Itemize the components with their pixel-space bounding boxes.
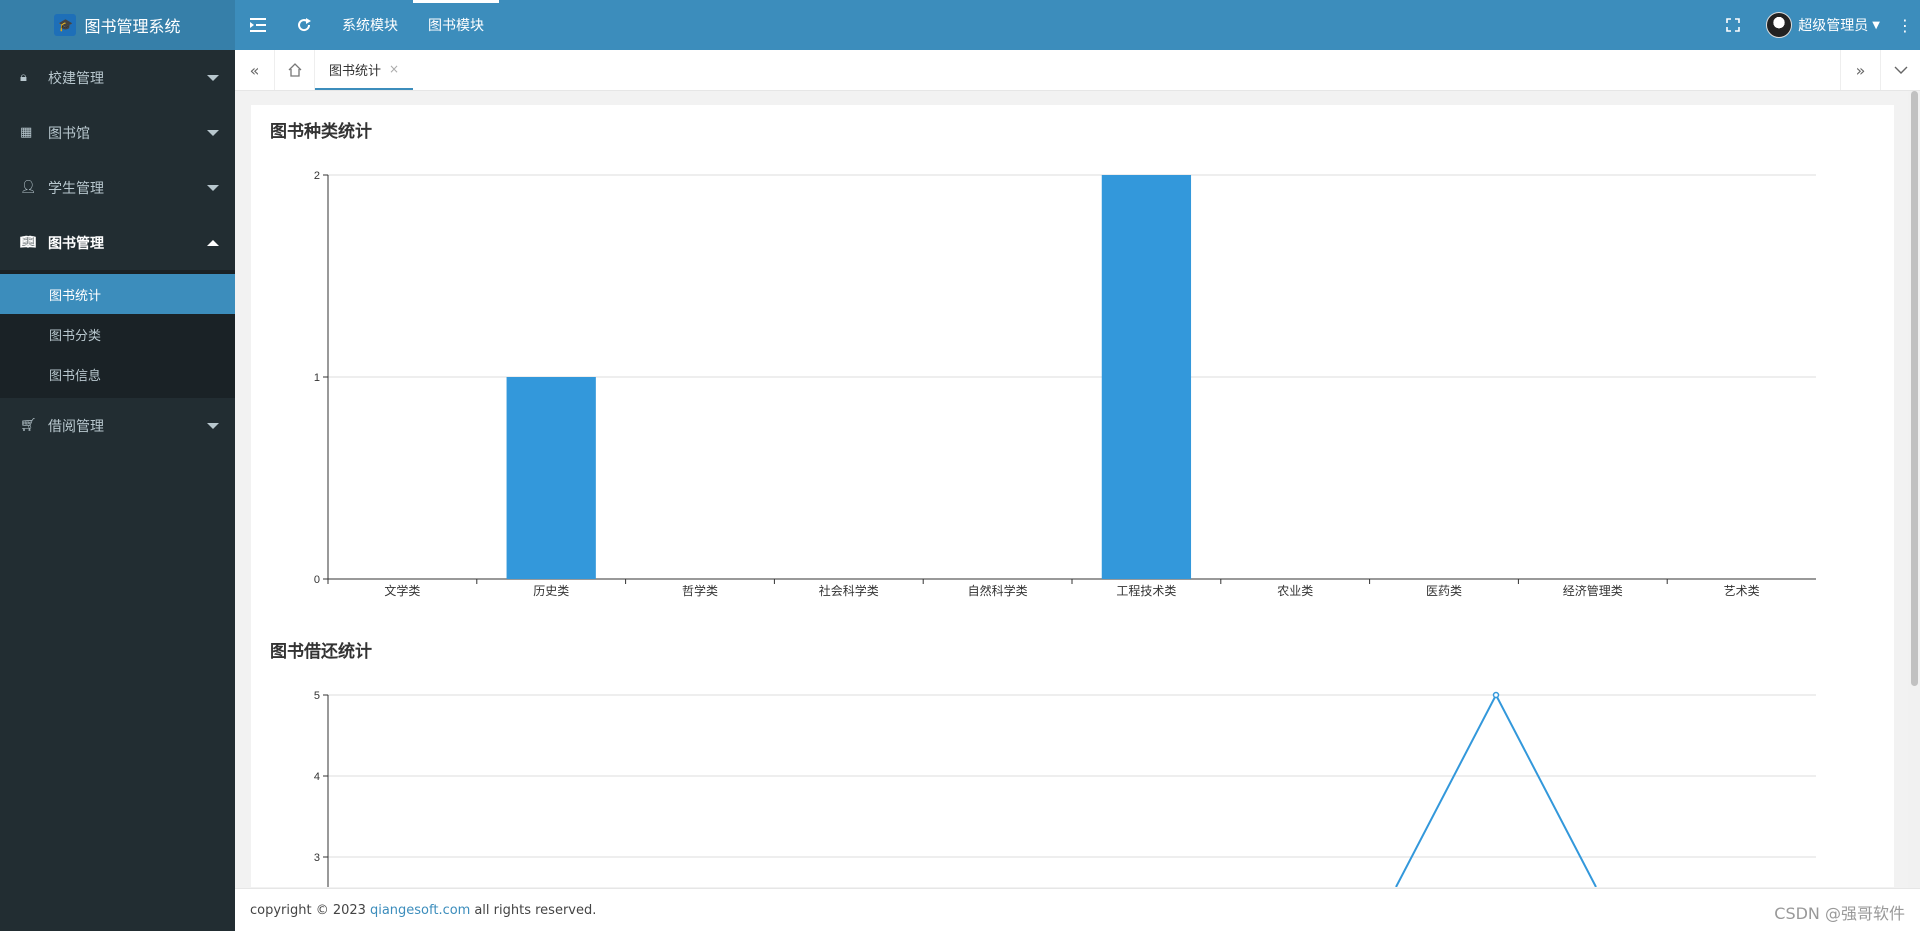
more-vertical-icon: ⋮ bbox=[1897, 15, 1913, 35]
sidebar-item-label: 图书馆 bbox=[48, 125, 90, 142]
main-content: 图书种类统计 0 1 2 文学类 历史类 哲学类 社会科学类 自然科学类 工程技术类 农业类 医药类… bbox=[251, 105, 1894, 887]
sidebar-subitem-book-stats[interactable]: 图书统计 bbox=[0, 274, 235, 314]
app-logo[interactable]: 🎓 图书管理系统 bbox=[0, 0, 235, 50]
user-icon: 👤︎ bbox=[20, 180, 37, 195]
footer: copyright © 2023 qiangesoft.com all righ… bbox=[235, 888, 1920, 931]
sidebar-item-books[interactable]: 📖︎ 图书管理 bbox=[0, 215, 235, 270]
book-icon: 📖︎ bbox=[20, 235, 37, 250]
data-point bbox=[1492, 691, 1500, 699]
sidebar-subitem-book-info[interactable]: 图书信息 bbox=[0, 354, 235, 394]
sidebar-item-label: 校建管理 bbox=[48, 70, 104, 87]
lock-icon: 🔒︎ bbox=[20, 70, 27, 85]
caret-down-icon bbox=[207, 184, 219, 191]
sidebar-toggle-button[interactable] bbox=[235, 0, 281, 50]
user-menu[interactable]: 超级管理员 ▼ bbox=[1756, 12, 1890, 38]
page-scrollbar[interactable] bbox=[1908, 91, 1920, 888]
scrollbar-thumb[interactable] bbox=[1911, 91, 1918, 686]
sidebar: 🔒︎ 校建管理 ▦ 图书馆 👤︎ 学生管理 📖︎ 图书管理 图书统计 图书分类 … bbox=[0, 50, 235, 931]
sidebar-item-students[interactable]: 👤︎ 学生管理 bbox=[0, 160, 235, 215]
menu-fold-icon bbox=[250, 18, 266, 32]
fullscreen-button[interactable] bbox=[1710, 0, 1756, 50]
books-submenu: 图书统计 图书分类 图书信息 bbox=[0, 270, 235, 398]
copyright-text: copyright © 2023 bbox=[250, 902, 366, 918]
chevron-down-icon bbox=[1894, 66, 1907, 74]
y-tick-label: 4 bbox=[314, 771, 320, 783]
caret-up-icon bbox=[207, 239, 219, 246]
sidebar-item-library[interactable]: ▦ 图书馆 bbox=[0, 105, 235, 160]
nav-system-module[interactable]: 系统模块 bbox=[327, 0, 413, 50]
caret-down-icon bbox=[207, 74, 219, 81]
tabs-bar: « 图书统计 × » bbox=[235, 50, 1920, 91]
refresh-button[interactable] bbox=[281, 0, 327, 50]
y-tick-label: 5 bbox=[314, 690, 320, 702]
nav-book-module[interactable]: 图书模块 bbox=[413, 0, 499, 50]
footer-link[interactable]: qiangesoft.com bbox=[370, 903, 470, 918]
tab-book-stats[interactable]: 图书统计 × bbox=[315, 50, 414, 90]
home-icon bbox=[288, 63, 301, 77]
tabs-options-button[interactable] bbox=[1880, 50, 1920, 90]
avatar bbox=[1766, 12, 1793, 38]
borrow-line-chart: 3 4 5 bbox=[314, 690, 1816, 887]
refresh-icon bbox=[298, 18, 311, 32]
sidebar-item-label: 借阅管理 bbox=[48, 418, 104, 435]
home-tab-button[interactable] bbox=[275, 50, 315, 90]
double-chevron-left-icon: « bbox=[249, 60, 260, 80]
caret-down-icon bbox=[207, 422, 219, 429]
double-chevron-right-icon: » bbox=[1855, 60, 1866, 80]
tab-label: 图书统计 bbox=[329, 63, 382, 79]
caret-down-icon: ▼ bbox=[1872, 19, 1880, 31]
sidebar-item-campus[interactable]: 🔒︎ 校建管理 bbox=[0, 50, 235, 105]
y-tick-label: 3 bbox=[314, 852, 320, 864]
caret-down-icon bbox=[207, 129, 219, 136]
tabs-scroll-right-button[interactable]: » bbox=[1840, 50, 1880, 90]
app-title: 图书管理系统 bbox=[84, 17, 181, 36]
fullscreen-icon bbox=[1726, 18, 1741, 32]
cart-icon: 🛒︎ bbox=[20, 418, 37, 433]
table-icon: ▦ bbox=[20, 125, 33, 140]
rights-text: all rights reserved. bbox=[474, 902, 597, 918]
series-line bbox=[1395, 692, 1597, 887]
more-options-button[interactable]: ⋮ bbox=[1890, 0, 1920, 50]
sidebar-item-borrow[interactable]: 🛒︎ 借阅管理 bbox=[0, 398, 235, 453]
tabs-scroll-left-button[interactable]: « bbox=[235, 50, 275, 90]
watermark: CSDN @强哥软件 bbox=[1774, 904, 1905, 923]
top-header: 🎓 图书管理系统 系统模块 图书模块 超级管理员 ▼ ⋮ bbox=[0, 0, 1920, 50]
close-icon[interactable]: × bbox=[389, 62, 399, 76]
sidebar-item-label: 学生管理 bbox=[48, 180, 104, 197]
user-name: 超级管理员 bbox=[1798, 18, 1869, 34]
graduation-cap-icon: 🎓 bbox=[54, 14, 77, 36]
sidebar-item-label: 图书管理 bbox=[48, 235, 104, 252]
sidebar-subitem-book-category[interactable]: 图书分类 bbox=[0, 314, 235, 354]
